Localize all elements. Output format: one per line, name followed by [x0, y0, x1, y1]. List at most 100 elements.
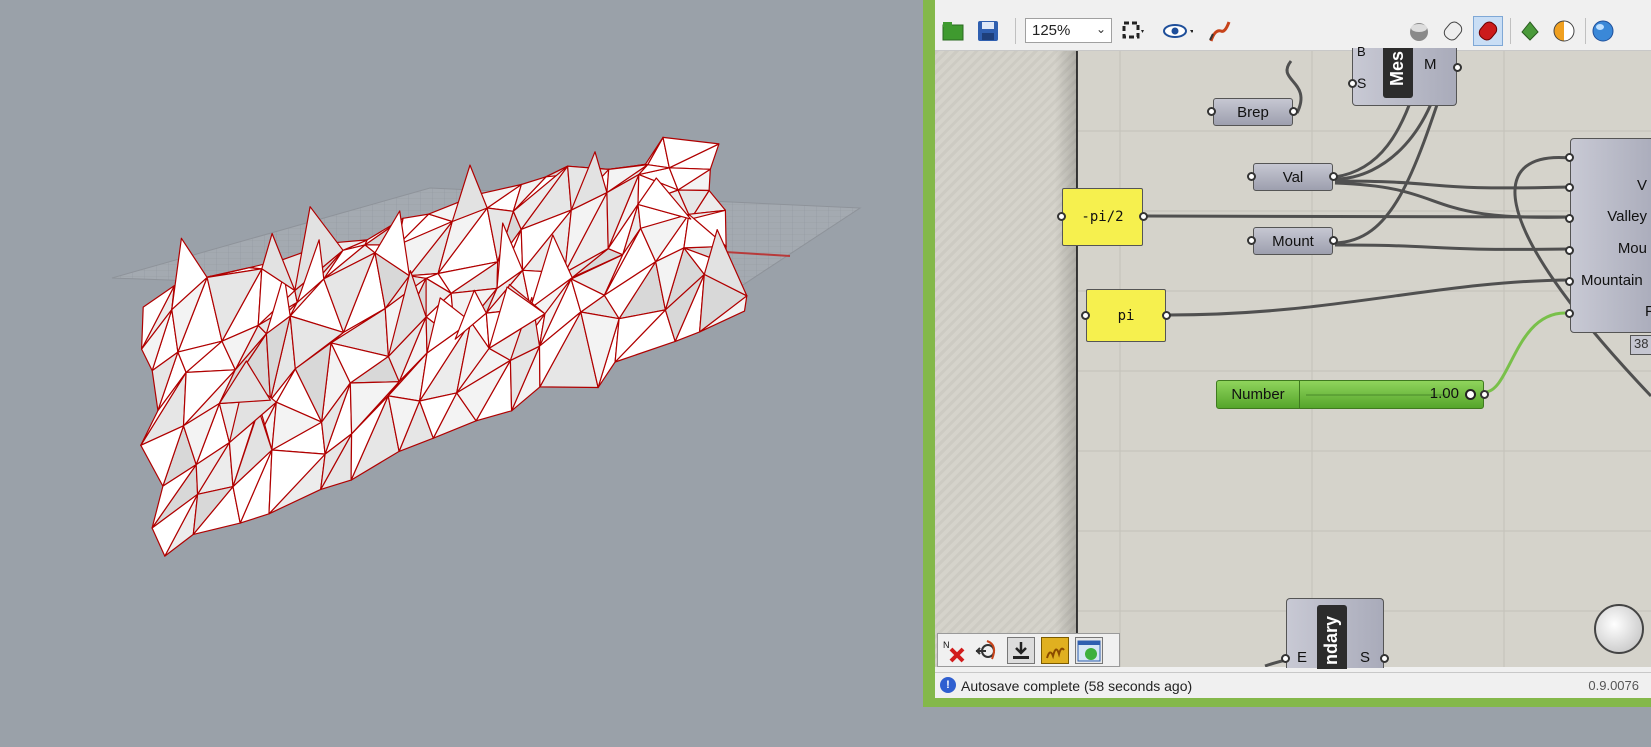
slider-output-grip[interactable] [1480, 390, 1489, 399]
pi-output-grip[interactable] [1162, 311, 1171, 320]
val-input-grip[interactable] [1247, 172, 1256, 181]
brep-param[interactable]: Brep [1213, 98, 1293, 126]
shaded-cylinder-icon [1443, 21, 1463, 41]
red-shaded-icon [1478, 21, 1498, 41]
save-disk-icon [978, 21, 998, 41]
mesh-component[interactable]: B S Mes M [1352, 44, 1457, 106]
brep-output-grip[interactable] [1289, 107, 1298, 116]
pi-panel[interactable]: pi [1086, 289, 1166, 342]
slider-wire [1484, 311, 1566, 394]
terrain-input-grip[interactable] [1565, 183, 1574, 192]
blue-sphere-icon [1592, 20, 1614, 42]
count-badge-text: 38 [1634, 336, 1649, 351]
preview-wireframe-button[interactable] [1404, 16, 1434, 46]
mount-param[interactable]: Mount [1253, 227, 1333, 255]
material-button[interactable] [1549, 16, 1579, 46]
terrain-component[interactable]: V Valley Mou Mountain Fa [1570, 138, 1651, 333]
bake-button[interactable] [1515, 16, 1545, 46]
neg-pi-output-grip[interactable] [1139, 212, 1148, 221]
bake-icon [1521, 21, 1539, 41]
slider-name: Number [1217, 381, 1300, 408]
zoom-level-value: 125% [1032, 22, 1071, 39]
input-label-v: V [1636, 177, 1647, 194]
slider-track[interactable]: 1.00 [1300, 381, 1483, 408]
terrain-input-grip[interactable] [1565, 277, 1574, 286]
mount-input-grip[interactable] [1247, 236, 1256, 245]
mesh-output-grip[interactable] [1453, 63, 1462, 72]
zoom-extents-icon [1122, 21, 1144, 39]
target-arrow-icon [975, 639, 996, 659]
zoom-level-select[interactable]: 125% ⌄ [1025, 18, 1112, 43]
slider-handle[interactable] [1465, 389, 1476, 400]
sphere-button[interactable] [1590, 16, 1620, 46]
info-icon: ! [940, 677, 956, 693]
target-button[interactable] [973, 637, 1001, 664]
status-message: Autosave complete (58 seconds ago) [961, 678, 1193, 694]
download-button[interactable] [1007, 637, 1035, 664]
val-output-grip[interactable] [1329, 172, 1338, 181]
boundary-input-grip[interactable] [1281, 654, 1290, 663]
pi-text: pi [1117, 307, 1135, 324]
val-param-label: Val [1282, 168, 1304, 186]
toolbar-separator [1585, 18, 1586, 44]
chevron-down-icon: ⌄ [1095, 22, 1106, 36]
input-label-mountain: Mountain [1581, 272, 1643, 289]
wireframe-icon [1410, 23, 1428, 41]
val-param[interactable]: Val [1253, 163, 1333, 191]
window-sphere-icon [1077, 640, 1101, 661]
open-file-button[interactable] [938, 16, 968, 46]
boundary-output-grip[interactable] [1380, 654, 1389, 663]
neg-pi-over-2-text: -pi/2 [1081, 209, 1124, 225]
preview-window-button[interactable] [1075, 637, 1103, 664]
status-bar: ! Autosave complete (58 seconds ago) 0.9… [935, 672, 1651, 698]
mesh-output-m: M [1424, 56, 1437, 73]
boundary-component-label: ndary [1321, 615, 1341, 665]
neg-pi-input-grip[interactable] [1057, 212, 1066, 221]
canvas-toolbar: 125% ⌄ [935, 12, 1651, 51]
pi-input-grip[interactable] [1081, 311, 1090, 320]
terrain-input-grip[interactable] [1565, 309, 1574, 318]
open-folder-icon [942, 22, 964, 41]
sketch-button[interactable] [1205, 16, 1235, 46]
mesh-name-tab: Mes [1383, 48, 1413, 98]
input-label-mou: Mou [1617, 240, 1647, 257]
input-label-fa: Fa [1645, 303, 1651, 320]
number-slider[interactable]: Number 1.00 [1216, 380, 1484, 409]
download-icon [1013, 641, 1029, 659]
preview-button[interactable] [1163, 16, 1193, 46]
red-x-icon: N [943, 640, 965, 662]
viewport-scene [111, 136, 862, 557]
profiler-button[interactable] [1041, 637, 1069, 664]
boundary-input-s: S [1360, 649, 1371, 666]
brep-input-grip[interactable] [1207, 107, 1216, 116]
rhino-viewport[interactable] [0, 0, 925, 747]
preview-selected-button[interactable] [1473, 16, 1503, 46]
boundary-input-e: E [1297, 649, 1308, 666]
terrain-input-grip[interactable] [1565, 153, 1574, 162]
mesh-input-s: S [1357, 75, 1367, 91]
mesh-input-grip[interactable] [1348, 79, 1357, 88]
mount-output-grip[interactable] [1329, 236, 1338, 245]
input-label-valley: Valley [1607, 208, 1647, 225]
terrain-input-grip[interactable] [1565, 214, 1574, 223]
preview-shaded-button[interactable] [1438, 16, 1468, 46]
neg-pi-over-2-panel[interactable]: -pi/2 [1062, 188, 1143, 246]
zoom-extents-button[interactable] [1118, 16, 1148, 46]
slider-value: 1.00 [1429, 385, 1459, 402]
slider-ticks [1306, 394, 1446, 396]
boundary-name-tab: ndary [1317, 605, 1347, 669]
navigation-compass-icon[interactable] [1594, 604, 1644, 654]
toolbar-separator [1015, 18, 1016, 44]
canvas-margin-shadow [1055, 51, 1077, 667]
canvas-widget-bar: N [937, 633, 1120, 667]
save-file-button[interactable] [973, 16, 1003, 46]
eye-icon [1163, 24, 1193, 38]
terrain-input-grip[interactable] [1565, 246, 1574, 255]
mesh-component-label: Mes [1387, 50, 1407, 86]
wave-icon [1046, 647, 1065, 659]
boundary-component[interactable]: E ndary S [1286, 598, 1384, 669]
brep-param-label: Brep [1237, 103, 1269, 121]
half-sphere-icon [1553, 20, 1575, 42]
disable-solver-button[interactable]: N [941, 637, 969, 664]
pen-icon [1209, 21, 1231, 42]
